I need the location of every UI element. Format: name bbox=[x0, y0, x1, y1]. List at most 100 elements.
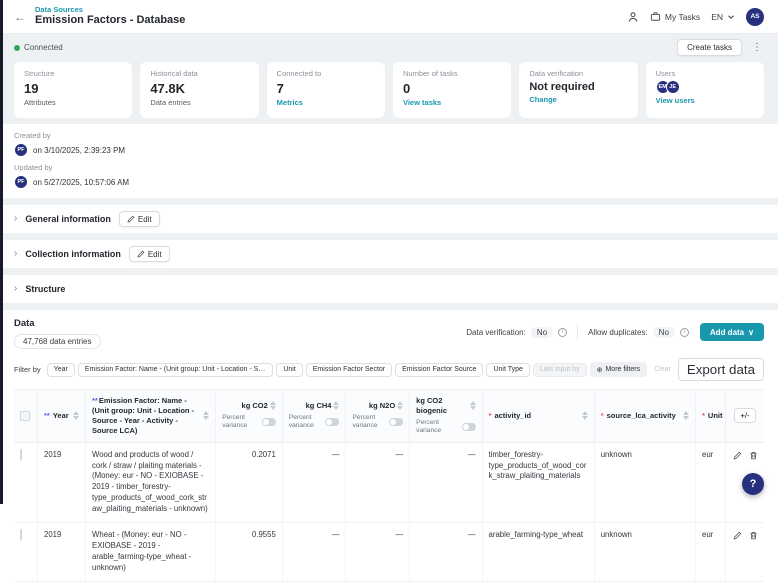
percent-variance-label: Percent variance bbox=[416, 418, 442, 435]
edit-label: Edit bbox=[147, 249, 162, 259]
required-marker: ** bbox=[92, 396, 98, 406]
cell-kg-n2o: — bbox=[346, 442, 411, 523]
change-link[interactable]: Change bbox=[529, 95, 627, 104]
filter-chip-emission-factor[interactable]: Emission Factor: Name - (Unit group: Uni… bbox=[77, 362, 274, 377]
cell-activity-id: timber_forestry-type_products_of_wood_co… bbox=[483, 442, 595, 523]
table-row: 2019 Wood and products of wood / cork / … bbox=[14, 442, 764, 524]
section-label[interactable]: Collection information bbox=[25, 249, 121, 259]
add-data-label: Add data bbox=[709, 327, 745, 337]
percent-variance-toggle[interactable] bbox=[461, 423, 476, 432]
meta-panel: Created by PF on 3/10/2025, 2:39:23 PM U… bbox=[0, 124, 778, 198]
col-activity-label: activity_id bbox=[494, 410, 532, 420]
section-label[interactable]: Structure bbox=[25, 284, 65, 294]
col-source-lca-activity[interactable]: * source_lca_activity bbox=[595, 390, 696, 442]
view-users-link[interactable]: View users bbox=[656, 96, 754, 105]
user-avatar[interactable]: AS bbox=[746, 7, 764, 26]
export-data-button[interactable]: Export data bbox=[677, 358, 764, 381]
col-year[interactable]: ** Year bbox=[38, 390, 86, 442]
col-unit: * Unit bbox=[696, 390, 726, 442]
cell-kg-co2: 0.9555 bbox=[216, 523, 283, 581]
filter-chip-unit-type[interactable]: Unit Type bbox=[486, 362, 530, 377]
table-header: ** Year **Emission Factor: Name - (Unit … bbox=[14, 390, 764, 443]
filter-chip-unit[interactable]: Unit bbox=[276, 362, 303, 377]
col-activity-id[interactable]: * activity_id bbox=[483, 390, 595, 442]
delete-row-icon[interactable] bbox=[749, 531, 758, 540]
sort-icon[interactable] bbox=[269, 401, 276, 411]
percent-variance-label: Percent variance bbox=[288, 413, 314, 430]
create-tasks-button[interactable]: Create tasks bbox=[677, 39, 742, 56]
filter-chip-ef-source[interactable]: Emission Factor Source bbox=[395, 362, 484, 377]
help-button[interactable]: ? bbox=[742, 473, 764, 495]
filter-chip-year[interactable]: Year bbox=[46, 362, 75, 377]
col-co2-label: kg CO2 bbox=[241, 400, 268, 410]
profile-icon[interactable] bbox=[627, 11, 639, 23]
filter-chip-last-input-by: Last input by bbox=[532, 362, 587, 377]
info-icon[interactable]: i bbox=[558, 327, 568, 337]
edit-row-icon[interactable] bbox=[733, 451, 742, 460]
row-checkbox[interactable] bbox=[20, 529, 22, 541]
required-marker: * bbox=[488, 410, 492, 420]
clear-filters-button: Clear bbox=[654, 366, 671, 373]
select-all-checkbox[interactable] bbox=[20, 410, 30, 421]
percent-variance-label: Percent variance bbox=[352, 413, 378, 430]
language-selector[interactable]: EN bbox=[711, 12, 735, 22]
data-verification-value: No bbox=[530, 326, 554, 338]
chevron-right-icon[interactable]: › bbox=[14, 249, 17, 259]
updated-by-label: Updated by bbox=[14, 163, 53, 172]
percent-variance-toggle[interactable] bbox=[389, 418, 404, 427]
col-source-label: source_lca_activity bbox=[606, 410, 676, 420]
card-label: Historical data bbox=[150, 69, 198, 78]
sort-icon[interactable] bbox=[333, 401, 340, 411]
sort-icon[interactable] bbox=[397, 401, 404, 411]
edit-general-info-button[interactable]: Edit bbox=[118, 211, 160, 227]
info-icon[interactable]: i bbox=[679, 327, 689, 337]
view-tasks-link[interactable]: View tasks bbox=[403, 98, 501, 107]
sort-icon[interactable] bbox=[683, 411, 689, 421]
more-filters-button[interactable]: ⊕ More filters bbox=[589, 362, 648, 377]
col-co2b-label: kg CO2 biogenic bbox=[416, 396, 448, 415]
plus-circle-icon: ⊕ bbox=[596, 366, 603, 374]
data-panel: Data 47,768 data entries Data verificati… bbox=[0, 310, 778, 582]
card-structure: Structure 19 Attributes bbox=[14, 62, 133, 118]
allow-duplicates-value: No bbox=[652, 326, 675, 338]
col-kg-co2[interactable]: kg CO2 Percent variance bbox=[216, 390, 283, 442]
metrics-link[interactable]: Metrics bbox=[277, 98, 375, 107]
sort-icon[interactable] bbox=[469, 401, 476, 411]
sort-icon[interactable] bbox=[73, 411, 79, 421]
back-icon[interactable]: ← bbox=[14, 11, 26, 23]
section-label[interactable]: General information bbox=[25, 214, 111, 224]
divider bbox=[577, 325, 579, 339]
filter-bar: Filter by Year Emission Factor: Name - (… bbox=[14, 358, 764, 381]
breadcrumb[interactable]: Data Sources bbox=[35, 5, 185, 14]
filter-chip-ef-sector[interactable]: Emission Factor Sector bbox=[305, 362, 393, 377]
col-emission-factor[interactable]: **Emission Factor: Name - (Unit group: U… bbox=[86, 390, 217, 442]
chevron-right-icon[interactable]: › bbox=[14, 214, 17, 224]
col-columns-toggle: +/- bbox=[726, 390, 764, 442]
briefcase-icon bbox=[650, 11, 661, 22]
col-kg-ch4[interactable]: kg CH4 Percent variance bbox=[283, 390, 347, 442]
card-label: Users bbox=[655, 69, 676, 78]
row-checkbox[interactable] bbox=[20, 448, 22, 460]
edit-collection-info-button[interactable]: Edit bbox=[128, 246, 170, 262]
col-kg-co2-biogenic[interactable]: kg CO2 biogenic Percent variance bbox=[410, 390, 483, 442]
cell-kg-co2-biogenic: — bbox=[410, 442, 483, 523]
more-filters-label: More filters bbox=[605, 366, 641, 373]
edit-row-icon[interactable] bbox=[733, 531, 742, 540]
more-menu-icon[interactable]: ⋮ bbox=[750, 42, 764, 53]
chevron-right-icon[interactable]: › bbox=[14, 284, 17, 294]
col-ch4-label: kg CH4 bbox=[305, 400, 332, 410]
sort-icon[interactable] bbox=[581, 411, 588, 421]
add-remove-columns-button[interactable]: +/- bbox=[733, 408, 757, 424]
delete-row-icon[interactable] bbox=[749, 451, 758, 460]
add-data-button[interactable]: Add data ∨ bbox=[699, 323, 764, 341]
card-connected-to: Connected to 7 Metrics bbox=[266, 62, 385, 118]
my-tasks-button[interactable]: My Tasks bbox=[650, 11, 700, 22]
sort-icon[interactable] bbox=[203, 411, 210, 421]
required-marker: * bbox=[600, 410, 604, 420]
percent-variance-toggle[interactable] bbox=[325, 418, 340, 427]
top-bar: ← Data Sources Emission Factors - Databa… bbox=[0, 0, 778, 34]
cell-source-lca-activity: unknown bbox=[595, 442, 696, 523]
entries-count-badge: 47,768 data entries bbox=[14, 334, 101, 349]
col-kg-n2o[interactable]: kg N2O Percent variance bbox=[346, 390, 411, 442]
percent-variance-toggle[interactable] bbox=[261, 418, 276, 427]
